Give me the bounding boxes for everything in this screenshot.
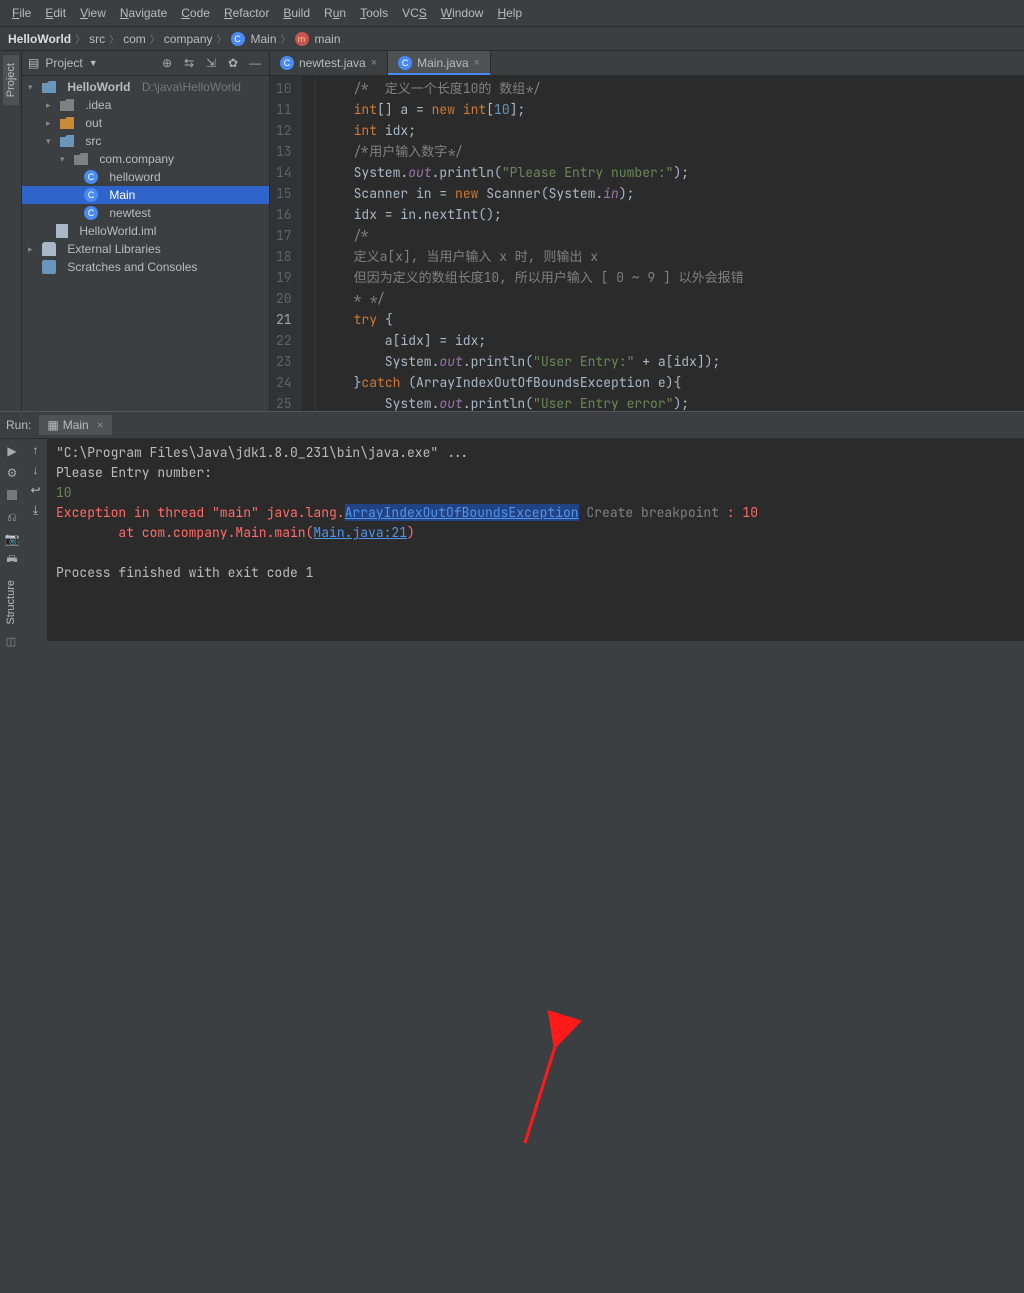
folder-icon <box>60 99 74 111</box>
menu-window[interactable]: Window <box>435 4 490 22</box>
run-settings-icon[interactable]: ⚙ <box>4 465 20 481</box>
scratch-icon <box>42 260 56 274</box>
breadcrumb-project[interactable]: HelloWorld <box>8 32 71 46</box>
tree-src-folder[interactable]: ▾ src <box>22 132 269 150</box>
chevron-down-icon[interactable]: ▼ <box>89 58 98 68</box>
tree-idea-folder[interactable]: ▸ .idea <box>22 96 269 114</box>
menu-vcs[interactable]: VCS <box>396 4 433 22</box>
gear-icon[interactable]: ✿ <box>225 55 241 71</box>
select-opened-file-icon[interactable]: ⊕ <box>159 55 175 71</box>
menu-file[interactable]: File <box>6 4 37 22</box>
tab-newtest[interactable]: Cnewtest.java× <box>270 51 388 75</box>
structure-tool-tab[interactable]: Structure <box>3 574 19 631</box>
close-icon[interactable]: × <box>371 57 377 69</box>
project-header: ▤ Project ▼ ⊕ ⇆ ⇲ ✿ — <box>22 51 269 76</box>
editor-tabs: Cnewtest.java× CMain.java× <box>270 51 1024 76</box>
menu-run[interactable]: Run <box>318 4 352 22</box>
chevron-right-icon: 〉 <box>217 31 227 46</box>
tree-project-root[interactable]: ▾ HelloWorld D:\java\HelloWorld <box>22 78 269 96</box>
stacktrace-link[interactable]: Main.java:21 <box>313 524 407 541</box>
menu-view[interactable]: View <box>74 4 112 22</box>
menu-build[interactable]: Build <box>277 4 316 22</box>
tree-file-newtest[interactable]: C newtest <box>22 204 269 222</box>
fold-strip[interactable] <box>302 76 316 411</box>
chevron-right-icon: 〉 <box>150 31 160 46</box>
main-menu-bar: File Edit View Navigate Code Refactor Bu… <box>0 0 1024 27</box>
editor: Cnewtest.java× CMain.java× 1011121314151… <box>270 51 1024 411</box>
project-view-icon: ▤ <box>28 56 39 70</box>
menu-tools[interactable]: Tools <box>354 4 394 22</box>
run-config-icon: ▦ <box>47 418 58 432</box>
breadcrumb-company[interactable]: company <box>164 32 213 46</box>
run-tool-window: Run: ▦Main× ▶ ⚙ ⎌ 📷 🖶 🗑 ↑ ↓ ↩ ⤓ "C:\Prog… <box>0 411 1024 641</box>
chevron-right-icon: 〉 <box>75 31 85 46</box>
stop-icon[interactable] <box>4 487 20 503</box>
collapse-all-icon[interactable]: ⇆ <box>181 55 197 71</box>
breadcrumb-com[interactable]: com <box>123 32 146 46</box>
folder-icon <box>60 117 74 129</box>
dump-threads-icon[interactable]: ⎌ <box>4 509 20 525</box>
tool-window-icon[interactable]: ◫ <box>6 635 16 648</box>
left-tool-rail-bottom: Structure ◫ <box>0 562 22 652</box>
folder-icon <box>42 81 56 93</box>
close-icon[interactable]: × <box>97 418 104 432</box>
annotation-arrow <box>0 641 1024 1293</box>
menu-edit[interactable]: Edit <box>39 4 72 22</box>
method-icon: m <box>295 32 309 46</box>
expand-all-icon[interactable]: ⇲ <box>203 55 219 71</box>
project-title[interactable]: Project <box>45 56 82 70</box>
file-icon <box>56 224 68 238</box>
run-tab-main[interactable]: ▦Main× <box>39 415 111 435</box>
breadcrumb-src[interactable]: src <box>89 32 105 46</box>
chevron-right-icon: 〉 <box>109 31 119 46</box>
class-icon: C <box>84 206 98 220</box>
library-icon <box>42 242 56 256</box>
console-output[interactable]: "C:\Program Files\Java\jdk1.8.0_231\bin\… <box>48 439 1024 641</box>
breadcrumb-class[interactable]: Main <box>251 32 277 46</box>
line-gutter[interactable]: 1011121314151617181920212223242526 <box>270 76 302 411</box>
left-tool-rail: Project <box>0 51 22 411</box>
project-tool-tab[interactable]: Project <box>3 55 19 105</box>
class-icon: C <box>84 188 98 202</box>
soft-wrap-icon[interactable]: ↩ <box>30 483 40 497</box>
exception-link[interactable]: ArrayIndexOutOfBoundsException <box>345 504 579 521</box>
code-area[interactable]: 1011121314151617181920212223242526 /* 定义… <box>270 76 1024 411</box>
tree-scratches[interactable]: Scratches and Consoles <box>22 258 269 276</box>
menu-help[interactable]: Help <box>491 4 528 22</box>
menu-code[interactable]: Code <box>175 4 216 22</box>
tab-main[interactable]: CMain.java× <box>388 51 491 75</box>
run-label: Run: <box>6 418 31 432</box>
tree-file-helloword[interactable]: C helloword <box>22 168 269 186</box>
tree-file-main[interactable]: C Main <box>22 186 269 204</box>
project-tree[interactable]: ▾ HelloWorld D:\java\HelloWorld ▸ .idea … <box>22 76 269 278</box>
class-icon: C <box>84 170 98 184</box>
close-icon[interactable]: × <box>474 57 480 69</box>
hide-icon[interactable]: — <box>247 55 263 71</box>
tree-package[interactable]: ▾ com.company <box>22 150 269 168</box>
tree-iml-file[interactable]: HelloWorld.iml <box>22 222 269 240</box>
tree-out-folder[interactable]: ▸ out <box>22 114 269 132</box>
project-tool-window: ▤ Project ▼ ⊕ ⇆ ⇲ ✿ — ▾ HelloWorld D:\ja… <box>22 51 270 411</box>
up-icon[interactable]: ↑ <box>33 443 39 457</box>
package-icon <box>74 153 88 165</box>
folder-icon <box>60 135 74 147</box>
class-icon: C <box>398 56 412 70</box>
class-icon: C <box>231 32 245 46</box>
chevron-right-icon: 〉 <box>281 31 291 46</box>
breadcrumb-method[interactable]: main <box>315 32 341 46</box>
code-content[interactable]: /* 定义一个长度10的 数组*/ int[] a = new int[10];… <box>316 76 1024 411</box>
camera-icon[interactable]: 📷 <box>4 531 20 547</box>
scroll-end-icon[interactable]: ⤓ <box>33 503 38 518</box>
class-icon: C <box>280 56 294 70</box>
breadcrumb: HelloWorld 〉 src 〉 com 〉 company 〉 C Mai… <box>0 27 1024 51</box>
rerun-icon[interactable]: ▶ <box>4 443 20 459</box>
menu-navigate[interactable]: Navigate <box>114 4 173 22</box>
menu-refactor[interactable]: Refactor <box>218 4 275 22</box>
run-toolbar-left2: ↑ ↓ ↩ ⤓ <box>24 439 48 641</box>
run-header: Run: ▦Main× <box>0 412 1024 439</box>
tree-external-libraries[interactable]: ▸ External Libraries <box>22 240 269 258</box>
down-icon[interactable]: ↓ <box>33 463 39 477</box>
